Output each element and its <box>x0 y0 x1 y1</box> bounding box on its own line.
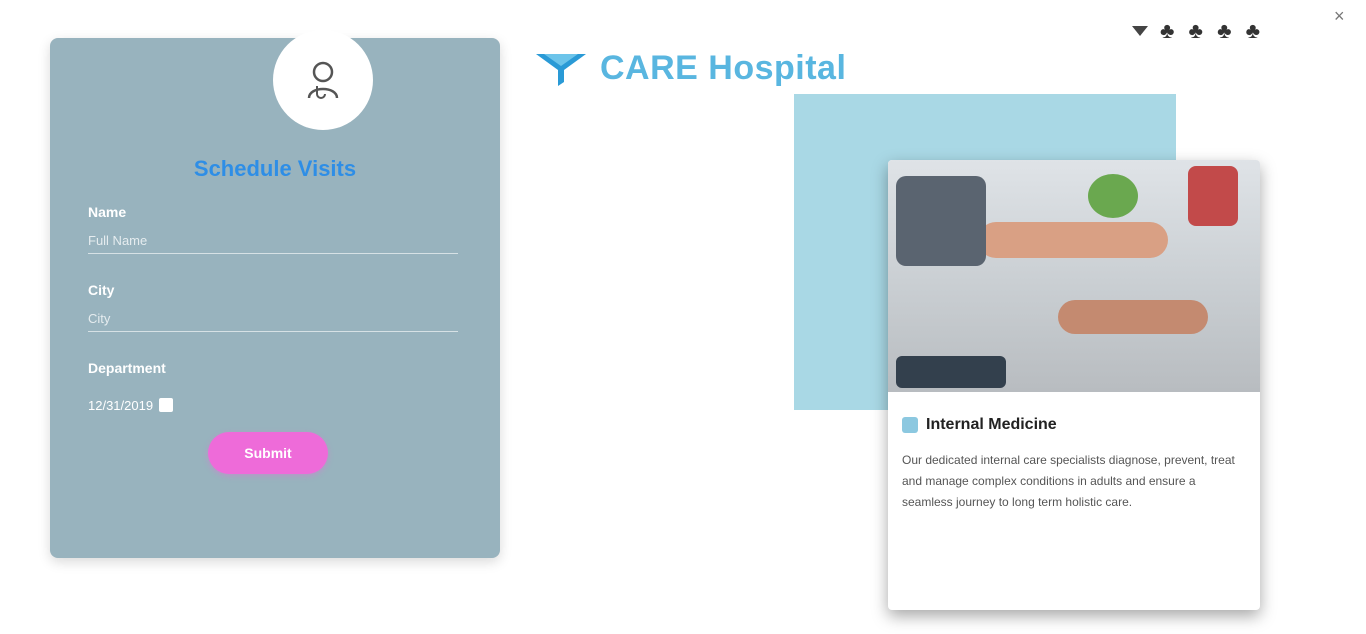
name-label: Name <box>88 204 127 220</box>
city-label: City <box>88 282 115 298</box>
name-input[interactable] <box>88 228 458 254</box>
page: Schedule Visits Name City Department 12/… <box>0 0 1366 634</box>
medicine-icon <box>902 417 918 433</box>
schedule-form-card: Schedule Visits Name City Department 12/… <box>50 30 500 558</box>
date-value: 12/31/2019 <box>88 397 154 413</box>
card-image <box>888 160 1260 392</box>
doctor-icon <box>307 61 339 99</box>
date-input[interactable]: 12/31/2019 <box>88 394 228 416</box>
logo[interactable]: CARE Hospital <box>534 48 846 88</box>
card-title-row: Internal Medicine <box>902 416 1246 434</box>
avatar <box>273 30 373 130</box>
hospital-logo-icon <box>536 54 586 86</box>
service-card: Internal Medicine Our dedicated internal… <box>888 160 1260 610</box>
close-icon[interactable]: × <box>1334 6 1345 27</box>
form-title: Schedule Visits <box>193 156 357 181</box>
submit-button[interactable]: Submit <box>208 432 328 474</box>
card-description: Our dedicated internal care specialists … <box>902 453 1235 509</box>
caret-down-icon[interactable] <box>1132 26 1148 36</box>
header-user-menu: ♣ ♣ ♣ ♣ <box>1128 8 1328 54</box>
logo-text: CARE Hospital <box>600 48 847 87</box>
card-body: Internal Medicine Our dedicated internal… <box>888 392 1260 523</box>
department-label: Department <box>88 360 166 376</box>
card-title: Internal Medicine <box>926 416 1057 433</box>
social-icons[interactable]: ♣ ♣ ♣ ♣ <box>1160 18 1264 44</box>
calendar-icon[interactable] <box>159 398 174 412</box>
city-input[interactable] <box>88 306 458 332</box>
